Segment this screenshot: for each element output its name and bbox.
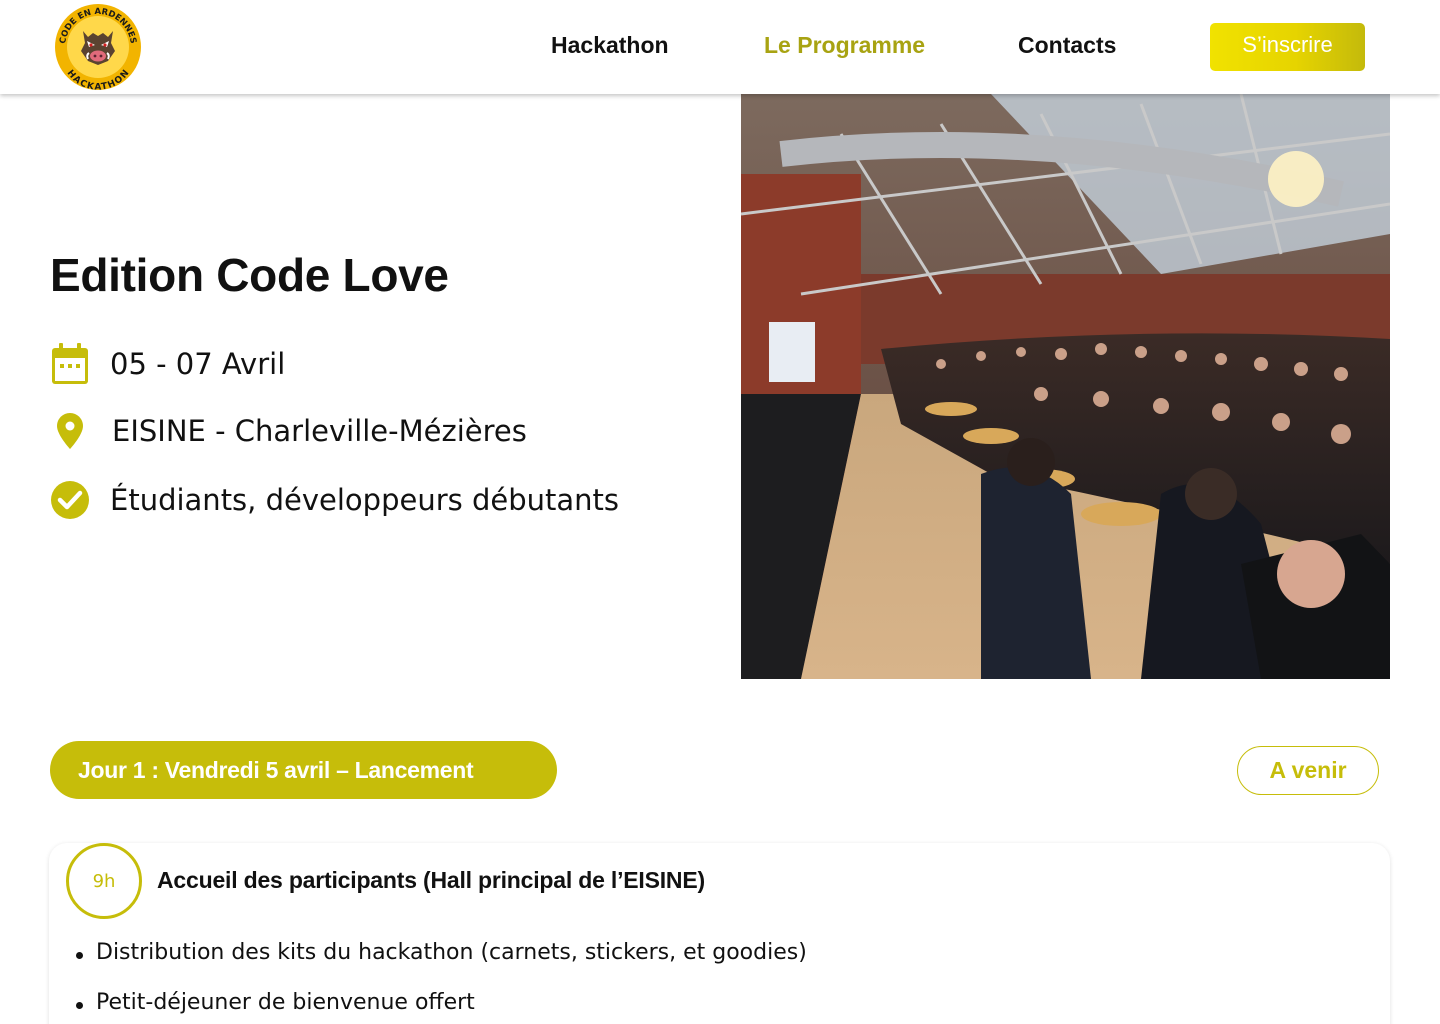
event-date-row: 05 - 07 Avril xyxy=(50,343,286,384)
event-audience: Étudiants, développeurs débutants xyxy=(110,483,619,517)
edition-title: Edition Code Love xyxy=(50,249,449,301)
event-audience-row: Étudiants, développeurs débutants xyxy=(50,480,619,520)
list-item: Distribution des kits du hackathon (carn… xyxy=(76,940,807,990)
event-location: EISINE - Charleville-Mézières xyxy=(112,414,527,448)
status-badge: A venir xyxy=(1237,746,1379,795)
site-header: CODE EN ARDENNES HACKATHON Hackathon Le … xyxy=(0,0,1440,94)
nav-hackathon[interactable]: Hackathon xyxy=(551,32,669,59)
event-details-list: Distribution des kits du hackathon (carn… xyxy=(76,940,807,1024)
day-1-label[interactable]: Jour 1 : Vendredi 5 avril – Lancement xyxy=(50,741,557,799)
check-circle-icon xyxy=(50,480,90,520)
nav-le-programme[interactable]: Le Programme xyxy=(764,32,925,59)
hackathon-logo[interactable]: CODE EN ARDENNES HACKATHON xyxy=(53,3,143,93)
event-time-badge: 9h xyxy=(66,843,142,919)
nav-contacts[interactable]: Contacts xyxy=(1018,32,1116,59)
map-pin-icon xyxy=(50,411,90,451)
event-hall-photo xyxy=(741,94,1390,679)
boar-logo-icon: CODE EN ARDENNES HACKATHON xyxy=(55,4,141,93)
event-title: Accueil des participants (Hall principal… xyxy=(157,867,705,893)
register-button[interactable]: S’inscrire xyxy=(1210,23,1365,71)
list-item: Petit-déjeuner de bienvenue offert xyxy=(76,990,807,1024)
event-date: 05 - 07 Avril xyxy=(110,347,286,381)
calendar-icon xyxy=(50,343,90,384)
event-location-row: EISINE - Charleville-Mézières xyxy=(50,411,527,451)
